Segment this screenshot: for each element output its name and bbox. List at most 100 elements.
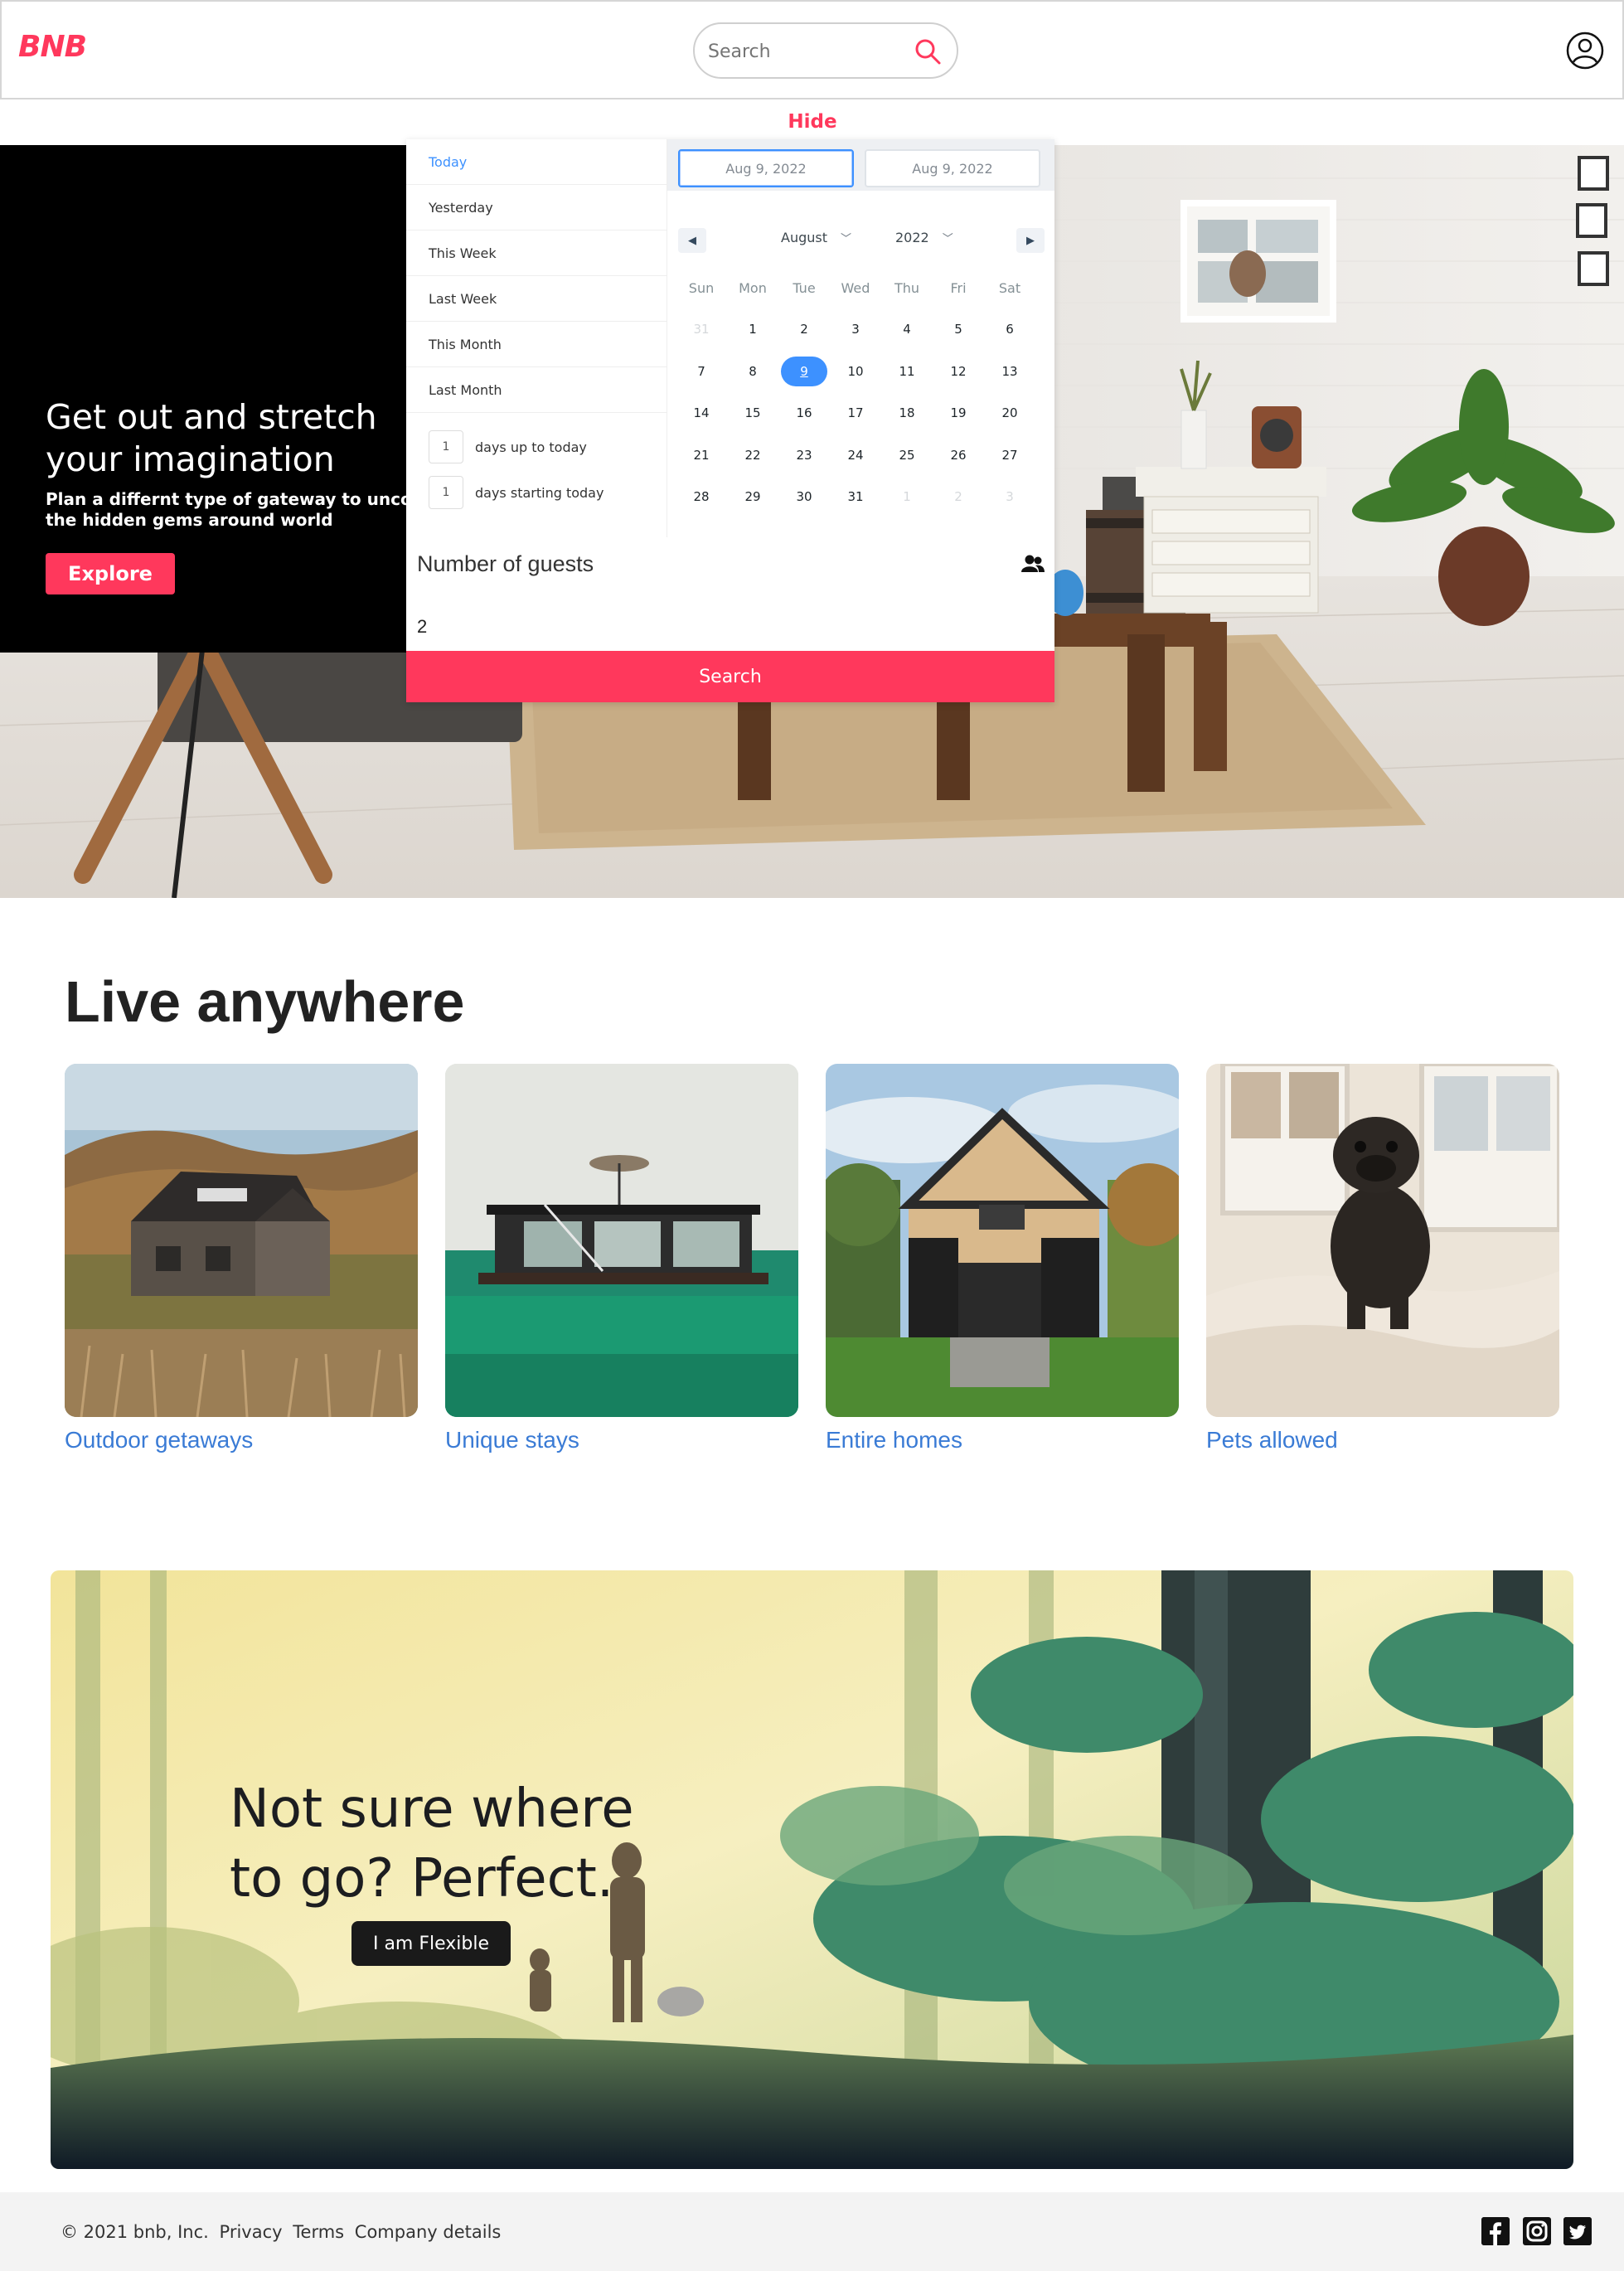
site-footer: © 2021 bnb, Inc. Privacy Terms Company d… [0, 2192, 1624, 2271]
calendar-day[interactable]: 14 [676, 399, 727, 427]
entire-homes-photo[interactable] [826, 1064, 1179, 1417]
month-select[interactable]: August ﹀ [781, 230, 851, 245]
calendar-day[interactable]: 13 [984, 357, 1035, 386]
calendar-day[interactable]: 2 [933, 483, 984, 511]
hide-toggle-link[interactable]: Hide [788, 111, 837, 133]
search-icon[interactable] [914, 37, 942, 66]
calendar-day[interactable]: 29 [727, 483, 778, 511]
range-this-week[interactable]: This Week [406, 230, 667, 276]
calendar-day[interactable]: 31 [676, 315, 727, 343]
card-label[interactable]: Entire homes [826, 1427, 1179, 1453]
range-yesterday[interactable]: Yesterday [406, 185, 667, 230]
calendar-day[interactable]: 1 [881, 483, 933, 511]
user-account-icon[interactable] [1566, 32, 1604, 70]
calendar-day[interactable]: 20 [984, 399, 1035, 427]
card-label[interactable]: Pets allowed [1206, 1427, 1559, 1453]
days-up-to-today-row: 1 days up to today [429, 430, 587, 463]
pets-allowed-photo[interactable] [1206, 1064, 1559, 1417]
calendar-day[interactable]: 5 [933, 315, 984, 343]
calendar-day[interactable]: 21 [676, 441, 727, 469]
range-last-week[interactable]: Last Week [406, 276, 667, 322]
date-range-presets: Today Yesterday This Week Last Week This… [406, 139, 667, 537]
calendar-day[interactable]: 18 [881, 399, 933, 427]
calendar-day[interactable]: 2 [778, 315, 830, 343]
start-date-input[interactable]: Aug 9, 2022 [678, 149, 854, 187]
twitter-icon[interactable] [1563, 2217, 1592, 2245]
card-label[interactable]: Outdoor getaways [65, 1427, 418, 1453]
range-today[interactable]: Today [406, 139, 667, 185]
category-card-outdoor[interactable]: Outdoor getaways [65, 1064, 418, 1453]
calendar-day[interactable]: 1 [727, 315, 778, 343]
booking-search-button[interactable]: Search [406, 651, 1054, 702]
category-card-pets[interactable]: Pets allowed [1206, 1064, 1559, 1453]
next-month-button[interactable]: ▶ [1016, 228, 1045, 253]
year-value: 2022 [895, 230, 929, 245]
weekday-label: Mon [739, 280, 767, 296]
footer-links: © 2021 bnb, Inc. Privacy Terms Company d… [61, 2222, 506, 2242]
booking-panel: Today Yesterday This Week Last Week This… [406, 139, 1054, 702]
hero-desc-wrap: Plan a differnt type of gateway to uncov… [46, 489, 409, 536]
calendar-day[interactable]: 7 [676, 357, 727, 386]
banner-title: Not sure where to go? Perfect. [230, 1778, 634, 1909]
footer-link-terms[interactable]: Terms [293, 2222, 344, 2242]
category-card-unique[interactable]: Unique stays [445, 1064, 798, 1453]
weekday-label: Wed [841, 280, 870, 296]
footer-link-privacy[interactable]: Privacy [220, 2222, 283, 2242]
unique-stays-photo[interactable] [445, 1064, 798, 1417]
selected-day-pill: 9 [781, 357, 827, 386]
hero-title: Get out and stretch your imagination [46, 397, 377, 479]
facebook-icon[interactable] [1481, 2217, 1510, 2245]
weekday-label: Tue [793, 280, 816, 296]
calendar-day[interactable]: 15 [727, 399, 778, 427]
calendar-day[interactable]: 19 [933, 399, 984, 427]
hero-description: Plan a differnt type of gateway to uncov… [46, 489, 409, 530]
calendar-day[interactable]: 9 [778, 357, 830, 386]
weekday-label: Sat [998, 280, 1021, 296]
footer-link-company-details[interactable]: Company details [355, 2222, 502, 2242]
flexible-banner: Not sure where to go? Perfect. I am Flex… [51, 1570, 1573, 2169]
header-search-input[interactable] [708, 36, 907, 67]
brand-logo[interactable]: BNB [18, 30, 87, 64]
days-start-label: days starting today [475, 484, 604, 501]
calendar-day[interactable]: 4 [881, 315, 933, 343]
calendar-day[interactable]: 31 [830, 483, 881, 511]
i-am-flexible-button[interactable]: I am Flexible [351, 1921, 511, 1966]
calendar-day[interactable]: 23 [778, 441, 830, 469]
year-select[interactable]: 2022 ﹀ [895, 230, 953, 245]
calendar-day[interactable]: 25 [881, 441, 933, 469]
category-card-entire-homes[interactable]: Entire homes [826, 1064, 1179, 1453]
calendar-day[interactable]: 8 [727, 357, 778, 386]
copyright-text: © 2021 bnb, Inc. [61, 2222, 209, 2242]
calendar-day[interactable]: 22 [727, 441, 778, 469]
calendar-day[interactable]: 3 [830, 315, 881, 343]
guests-count-input[interactable] [417, 612, 1030, 642]
card-label[interactable]: Unique stays [445, 1427, 798, 1453]
header-search-box[interactable] [693, 22, 958, 79]
calendar-day[interactable]: 12 [933, 357, 984, 386]
days-start-input[interactable]: 1 [429, 476, 463, 509]
outdoor-getaways-photo[interactable] [65, 1064, 418, 1417]
instagram-icon[interactable] [1523, 2217, 1551, 2245]
calendar-day[interactable]: 6 [984, 315, 1035, 343]
calendar-day[interactable]: 10 [830, 357, 881, 386]
calendar-day[interactable]: 3 [984, 483, 1035, 511]
calendar-day[interactable]: 26 [933, 441, 984, 469]
days-starting-today-row: 1 days starting today [429, 476, 604, 509]
calendar-day[interactable]: 17 [830, 399, 881, 427]
caret-left-icon: ◀ [688, 234, 696, 246]
date-inputs-bar: Aug 9, 2022 Aug 9, 2022 [667, 139, 1054, 191]
days-up-input[interactable]: 1 [429, 430, 463, 463]
weekday-label: Thu [894, 280, 920, 296]
range-this-month[interactable]: This Month [406, 322, 667, 367]
calendar-day[interactable]: 28 [676, 483, 727, 511]
calendar-day[interactable]: 24 [830, 441, 881, 469]
calendar-day[interactable]: 27 [984, 441, 1035, 469]
prev-month-button[interactable]: ◀ [678, 228, 706, 253]
range-last-month[interactable]: Last Month [406, 367, 667, 413]
end-date-input[interactable]: Aug 9, 2022 [865, 149, 1040, 187]
calendar-day[interactable]: 16 [778, 399, 830, 427]
explore-button[interactable]: Explore [46, 553, 175, 594]
calendar-day[interactable]: 11 [881, 357, 933, 386]
top-header: BNB [0, 0, 1624, 99]
calendar-day[interactable]: 30 [778, 483, 830, 511]
